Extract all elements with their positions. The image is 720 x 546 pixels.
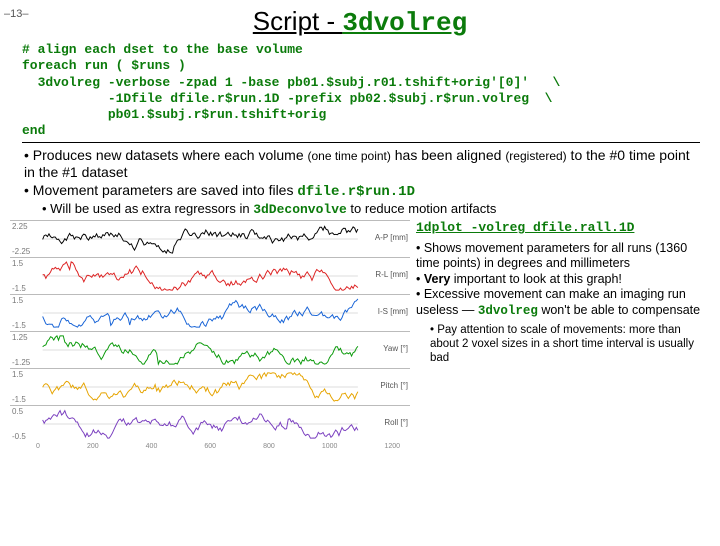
plot-command: 1dplot -volreg dfile.rall.1D [416,220,710,236]
side-bullet-2: • Very important to look at this graph! [416,272,710,288]
title-prefix: Script - [253,6,343,36]
slide-title: Script - 3dvolreg [0,6,720,38]
chart-panel: 1.5-1.5I-S [mm] [10,294,410,331]
chart-panel: 2.25-2.25A-P [mm] [10,220,410,257]
x-axis: 020040060080010001200 [10,442,410,450]
bullet-3: • Will be used as extra regressors in 3d… [42,201,700,218]
chart-panel: 1.5-1.5R-L [mm] [10,257,410,294]
right-column: 1dplot -volreg dfile.rall.1D • Shows mov… [416,220,710,450]
chart-panel: 1.5-1.5Pitch [°] [10,368,410,405]
chart-panel: 0.5-0.5Roll [°] [10,405,410,442]
title-command: 3dvolreg [342,8,467,38]
bullet-2: • Movement parameters are saved into fil… [24,182,700,202]
chart-panel: 1.25-1.25Yaw [°] [10,331,410,368]
side-bullet-4: • Pay attention to scale of movements: m… [430,323,710,366]
script-code-block: # align each dset to the base volume for… [22,42,700,143]
side-bullet-1: • Shows movement parameters for all runs… [416,241,710,272]
page-number: –13– [4,8,28,20]
side-bullet-3: • Excessive movement can make an imaging… [416,287,710,319]
movement-graph: 2.25-2.25A-P [mm]1.5-1.5R-L [mm]1.5-1.5I… [10,220,410,450]
bullet-list: • Produces new datasets where each volum… [24,147,700,219]
bullet-1: • Produces new datasets where each volum… [24,147,700,182]
